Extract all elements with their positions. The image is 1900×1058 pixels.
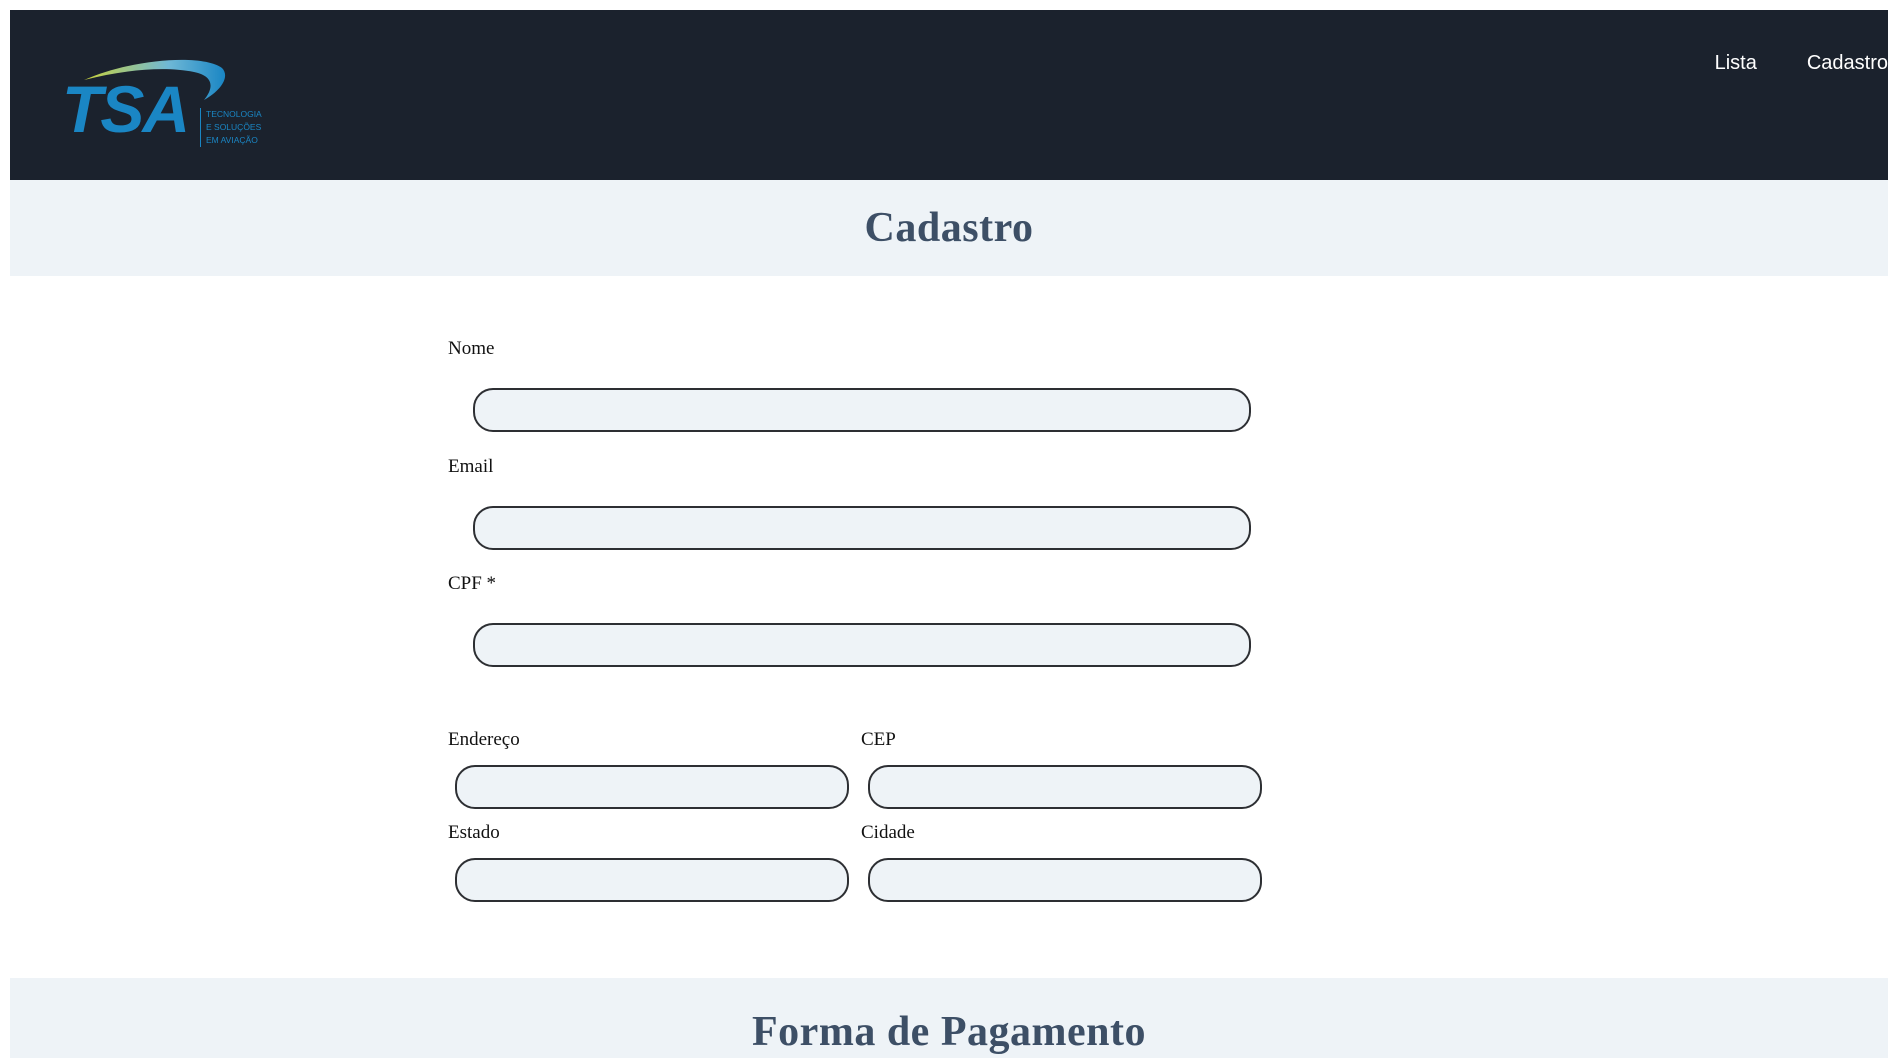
main-nav: Lista Cadastro xyxy=(1715,52,1888,75)
section-title-pagamento: Forma de Pagamento xyxy=(752,1009,1146,1055)
nav-link-cadastro[interactable]: Cadastro xyxy=(1807,52,1888,75)
estado-label: Estado xyxy=(448,822,500,843)
email-input[interactable] xyxy=(473,506,1251,550)
page: TSA TECNOLOGIA E SOLUÇÕES EM AVIAÇÃO Lis… xyxy=(10,10,1888,1058)
cpf-label: CPF * xyxy=(448,573,497,594)
logo-tagline-line: TECNOLOGIA xyxy=(206,109,262,119)
nome-label: Nome xyxy=(448,338,495,359)
pagamento-banner: Forma de Pagamento xyxy=(10,978,1888,1058)
nome-input[interactable] xyxy=(473,388,1251,432)
cidade-label: Cidade xyxy=(861,822,915,843)
endereco-label: Endereço xyxy=(448,729,520,750)
logo-tagline-line: E SOLUÇÕES xyxy=(206,122,262,132)
tsa-logo[interactable]: TSA TECNOLOGIA E SOLUÇÕES EM AVIAÇÃO xyxy=(54,50,274,160)
estado-input[interactable] xyxy=(455,858,849,902)
top-navbar: TSA TECNOLOGIA E SOLUÇÕES EM AVIAÇÃO Lis… xyxy=(10,10,1888,180)
logo-tagline: TECNOLOGIA E SOLUÇÕES EM AVIAÇÃO xyxy=(200,108,262,147)
cadastro-banner: Cadastro xyxy=(10,180,1888,276)
cep-label: CEP xyxy=(861,729,896,750)
nav-link-lista[interactable]: Lista xyxy=(1715,52,1757,75)
section-title-cadastro: Cadastro xyxy=(864,205,1034,251)
cidade-input[interactable] xyxy=(868,858,1262,902)
cep-input[interactable] xyxy=(868,765,1262,809)
email-label: Email xyxy=(448,456,494,477)
logo-tagline-line: EM AVIAÇÃO xyxy=(206,135,258,145)
endereco-input[interactable] xyxy=(455,765,849,809)
cpf-input[interactable] xyxy=(473,623,1251,667)
logo-text: TSA xyxy=(62,72,190,146)
